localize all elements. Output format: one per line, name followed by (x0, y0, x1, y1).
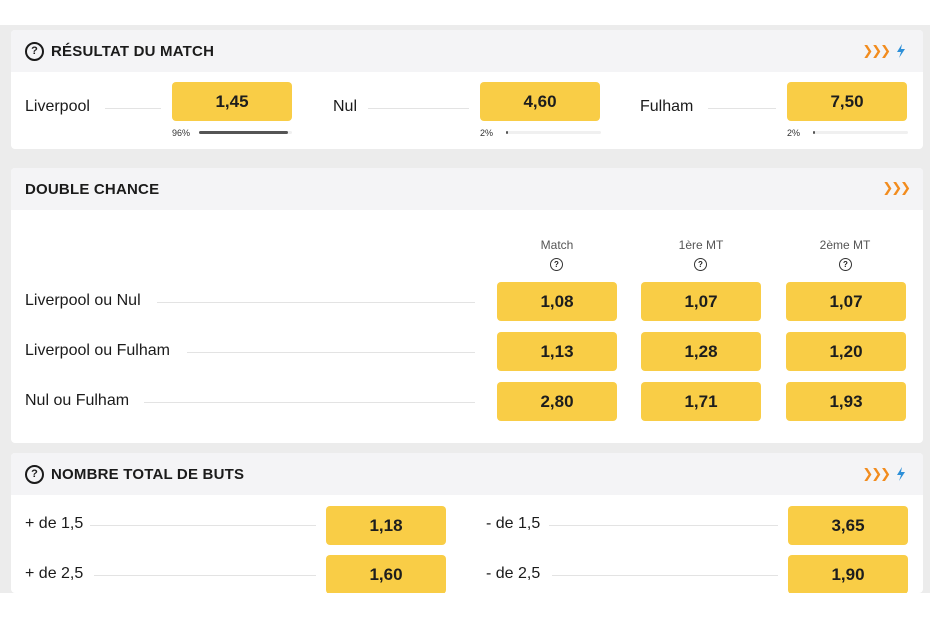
boost-icon[interactable]: ❯❯❯ (862, 44, 891, 59)
result-match-card: ? RÉSULTAT DU MATCH ❯❯❯ Liverpool 1,45 9… (11, 30, 923, 149)
boost-icon[interactable]: ❯❯❯ (862, 467, 891, 482)
double-chance-title: DOUBLE CHANCE (25, 180, 160, 198)
total-goals-card: ? NOMBRE TOTAL DE BUTS ❯❯❯ + de 1,5 1,18… (11, 453, 923, 593)
divider (90, 525, 316, 526)
header-icons: ❯❯❯ (862, 43, 909, 59)
help-icon[interactable]: ? (550, 258, 563, 271)
outcome-label-liverpool: Liverpool (25, 98, 90, 115)
pct-text: 2% (787, 128, 801, 138)
odd-button-over[interactable]: 1,60 (326, 555, 446, 593)
divider (157, 302, 475, 303)
odd-button[interactable]: 1,07 (641, 282, 761, 321)
pct-bar (506, 131, 601, 134)
help-icon[interactable]: ? (25, 464, 44, 484)
odd-button-nul[interactable]: 4,60 (480, 82, 600, 121)
divider (144, 402, 475, 403)
divider (552, 575, 778, 576)
outcome-label-nul: Nul (333, 98, 358, 115)
live-icon[interactable] (893, 43, 909, 59)
pct-text: 96% (172, 128, 191, 138)
over-label: + de 1,5 (25, 515, 84, 532)
row-label: Liverpool ou Fulham (25, 342, 170, 359)
odd-button[interactable]: 1,07 (786, 282, 906, 321)
over-label: + de 2,5 (25, 565, 84, 582)
odd-button-fulham[interactable]: 7,50 (787, 82, 907, 121)
result-match-header: ? RÉSULTAT DU MATCH ❯❯❯ (11, 30, 923, 72)
total-goals-title: NOMBRE TOTAL DE BUTS (51, 465, 245, 483)
pct-fill (506, 131, 508, 134)
header-icons: ❯❯❯ (862, 466, 909, 482)
odd-button-over[interactable]: 1,18 (326, 506, 446, 545)
odd-button[interactable]: 1,20 (786, 332, 906, 371)
divider (105, 108, 161, 109)
odd-button-under[interactable]: 3,65 (788, 506, 908, 545)
live-icon[interactable] (893, 466, 909, 482)
help-icon[interactable]: ? (694, 258, 707, 271)
pct-bar (813, 131, 908, 134)
divider (368, 108, 469, 109)
odd-button[interactable]: 2,80 (497, 382, 617, 421)
pct-fill (199, 131, 289, 134)
odd-button[interactable]: 1,13 (497, 332, 617, 371)
odd-button[interactable]: 1,71 (641, 382, 761, 421)
under-label: - de 1,5 (486, 515, 541, 532)
outcome-label-fulham: Fulham (640, 98, 694, 115)
odd-button[interactable]: 1,93 (786, 382, 906, 421)
help-icon[interactable]: ? (839, 258, 852, 271)
pct-fill (813, 131, 815, 134)
col-header-match: Match (540, 238, 574, 252)
double-chance-header: DOUBLE CHANCE ❯❯❯ (11, 168, 923, 210)
row-label: Liverpool ou Nul (25, 292, 141, 309)
col-header-1st-half: 1ère MT (678, 238, 724, 252)
total-goals-header: ? NOMBRE TOTAL DE BUTS ❯❯❯ (11, 453, 923, 495)
header-icons: ❯❯❯ (882, 181, 911, 196)
divider (187, 352, 475, 353)
pct-text: 2% (480, 128, 494, 138)
row-label: Nul ou Fulham (25, 392, 130, 409)
help-icon[interactable]: ? (25, 41, 44, 61)
boost-icon[interactable]: ❯❯❯ (882, 181, 911, 196)
divider (94, 575, 316, 576)
odd-button-liverpool[interactable]: 1,45 (172, 82, 292, 121)
under-label: - de 2,5 (486, 565, 541, 582)
odd-button-under[interactable]: 1,90 (788, 555, 908, 593)
divider (708, 108, 776, 109)
double-chance-card: DOUBLE CHANCE ❯❯❯ Match ? 1ère MT ? 2ème… (11, 168, 923, 443)
pct-bar (199, 131, 292, 134)
odd-button[interactable]: 1,08 (497, 282, 617, 321)
col-header-2nd-half: 2ème MT (819, 238, 871, 252)
result-match-title: RÉSULTAT DU MATCH (51, 42, 215, 60)
odd-button[interactable]: 1,28 (641, 332, 761, 371)
divider (549, 525, 778, 526)
